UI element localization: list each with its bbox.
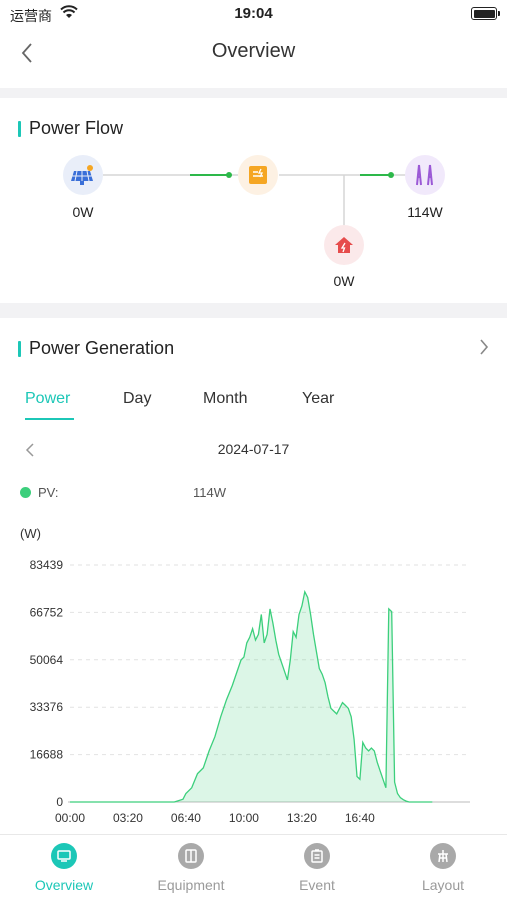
tabbar-label-event: Event	[299, 877, 335, 893]
power-chart[interactable]: (W) 0 16688 33376 50064 66752 83439 00:00 03:20 0…	[0, 518, 507, 828]
grid-power-value: 114W	[407, 204, 443, 220]
event-icon	[304, 843, 330, 869]
y-tick-label: 50064	[30, 653, 64, 667]
nav-bar: Overview	[0, 28, 507, 88]
load-power-value: 0W	[333, 273, 355, 289]
chevron-right-icon	[480, 339, 489, 355]
pv-area-fill	[70, 591, 433, 802]
bottom-tab-bar: Overview Equipment Event Layout	[0, 834, 507, 900]
solar-panel-node[interactable]	[63, 155, 103, 195]
y-tick-label: 16688	[30, 748, 64, 762]
y-axis-unit-label: (W)	[20, 526, 41, 541]
tab-year[interactable]: Year	[302, 390, 334, 408]
grid-node[interactable]	[405, 155, 445, 195]
active-tab-indicator	[25, 418, 74, 420]
overview-icon	[51, 843, 77, 869]
pv-power-value: 0W	[72, 204, 94, 220]
power-generation-more-button[interactable]	[479, 338, 489, 361]
power-generation-card: Power Generation Power Day Month Year 20…	[0, 318, 507, 834]
power-flow-lines	[103, 172, 407, 228]
inverter-icon	[249, 166, 267, 184]
tabbar-item-layout[interactable]: Layout	[393, 843, 493, 893]
power-generation-header[interactable]: Power Generation	[18, 338, 174, 359]
inverter-node[interactable]	[238, 155, 278, 195]
home-icon	[335, 237, 353, 253]
date-selector: 2024-07-17	[0, 438, 507, 462]
home-load-node[interactable]	[324, 225, 364, 265]
tab-day[interactable]: Day	[123, 390, 151, 408]
y-tick-label: 66752	[30, 605, 64, 619]
tabbar-item-event[interactable]: Event	[267, 843, 367, 893]
equipment-icon	[178, 843, 204, 869]
power-generation-title-text: Power Generation	[29, 338, 175, 358]
tabbar-label-equipment: Equipment	[157, 877, 225, 893]
x-tick-label: 13:20	[287, 811, 317, 825]
pv-legend-value: 114W	[193, 485, 226, 500]
section-accent-bar	[18, 340, 21, 357]
tabbar-item-overview[interactable]: Overview	[14, 843, 114, 893]
power-flow-card: Power Flow 0W 114W 0W	[0, 98, 507, 303]
tabbar-label-overview: Overview	[34, 877, 94, 893]
tab-month[interactable]: Month	[203, 390, 247, 408]
y-tick-label: 33376	[30, 700, 64, 714]
tab-power[interactable]: Power	[25, 390, 70, 408]
pv-legend-label: PV:	[38, 485, 59, 500]
selected-date[interactable]: 2024-07-17	[0, 441, 507, 457]
pv-legend-dot	[20, 487, 31, 498]
battery-icon	[471, 7, 500, 20]
tabbar-label-layout: Layout	[421, 877, 465, 893]
grid-tower-icon	[416, 164, 433, 186]
y-tick-label: 83439	[30, 558, 64, 572]
x-tick-label: 03:20	[113, 811, 143, 825]
x-tick-label: 16:40	[345, 811, 375, 825]
x-tick-label: 00:00	[55, 811, 85, 825]
tabbar-item-equipment[interactable]: Equipment	[141, 843, 241, 893]
status-bar: 运营商 19:04	[0, 0, 507, 28]
page-title: Overview	[211, 40, 296, 62]
x-tick-label: 06:40	[171, 811, 201, 825]
y-tick-label: 0	[56, 795, 63, 809]
status-time: 19:04	[234, 5, 273, 22]
period-tabs: Power Day Month Year	[0, 390, 507, 422]
solar-panel-icon	[71, 165, 93, 185]
x-tick-label: 10:00	[229, 811, 259, 825]
layout-icon	[430, 843, 456, 869]
